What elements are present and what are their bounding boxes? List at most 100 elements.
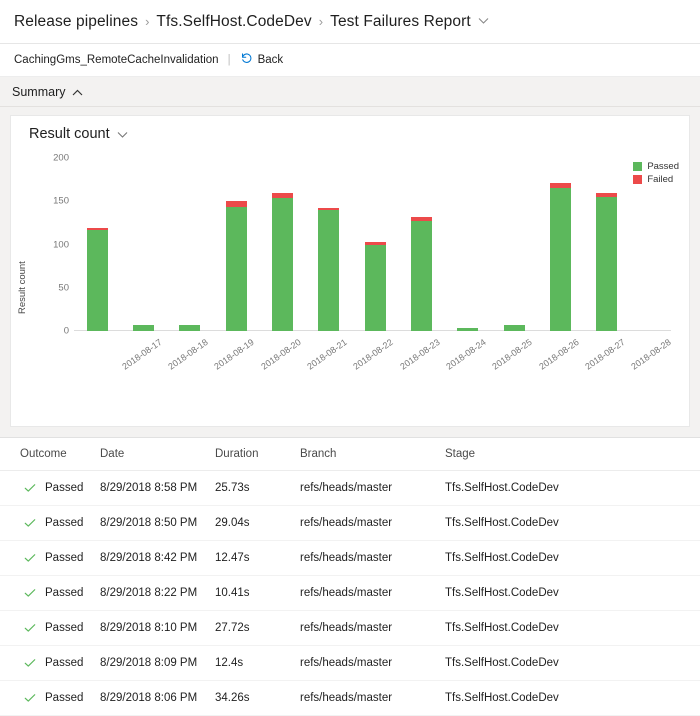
cell-outcome: Passed: [0, 471, 100, 506]
check-icon: [24, 552, 36, 564]
table-row[interactable]: Passed8/29/2018 8:06 PM34.26srefs/heads/…: [0, 681, 700, 716]
cell-outcome: Passed: [0, 576, 100, 611]
summary-section-header[interactable]: Summary: [0, 77, 700, 107]
test-context-bar: CachingGms_RemoteCacheInvalidation | Bac…: [0, 44, 700, 77]
chevron-up-icon[interactable]: [72, 84, 83, 102]
y-axis-tick: 200: [39, 153, 69, 164]
chart-bar[interactable]: [226, 201, 247, 331]
cell-branch: refs/heads/master: [300, 471, 445, 506]
bar-segment-passed[interactable]: [318, 210, 339, 331]
cell-outcome: Passed: [0, 541, 100, 576]
column-header-outcome[interactable]: Outcome: [0, 438, 100, 471]
chart-bar[interactable]: [133, 325, 154, 331]
cell-date: 8/29/2018 8:58 PM: [100, 471, 215, 506]
x-axis-tick: 2018-08-22: [352, 337, 395, 372]
bar-segment-passed[interactable]: [550, 188, 571, 331]
chart-bar[interactable]: [457, 328, 478, 331]
bar-segment-passed[interactable]: [133, 325, 154, 331]
cell-date: 8/29/2018 8:06 PM: [100, 681, 215, 716]
chart-plot-area: 2018-08-172018-08-182018-08-192018-08-20…: [74, 116, 689, 426]
page-scrollbar[interactable]: [696, 0, 700, 716]
chart-bar[interactable]: [596, 193, 617, 331]
column-header-stage[interactable]: Stage: [445, 438, 700, 471]
y-axis-label: Result count: [17, 261, 28, 314]
cell-date: 8/29/2018 8:50 PM: [100, 506, 215, 541]
back-button[interactable]: Back: [240, 52, 284, 68]
cell-outcome: Passed: [0, 681, 100, 716]
cell-stage: Tfs.SelfHost.CodeDev: [445, 506, 700, 541]
chart-bar[interactable]: [318, 208, 339, 331]
bar-segment-passed[interactable]: [504, 325, 525, 331]
chart-bar[interactable]: [504, 325, 525, 331]
outcome-label: Passed: [45, 692, 83, 704]
cell-duration: 27.72s: [215, 611, 300, 646]
bar-segment-passed[interactable]: [179, 325, 200, 331]
chart-bar[interactable]: [272, 193, 293, 331]
x-axis-tick: 2018-08-24: [444, 337, 487, 372]
column-header-duration[interactable]: Duration: [215, 438, 300, 471]
cell-branch: refs/heads/master: [300, 646, 445, 681]
result-count-chart-card: Result count Passed Failed Result count …: [10, 115, 690, 427]
breadcrumb: Release pipelines › Tfs.SelfHost.CodeDev…: [0, 0, 700, 44]
breadcrumb-separator: ›: [319, 15, 323, 28]
separator: |: [228, 54, 231, 66]
table-body: Passed8/29/2018 8:58 PM25.73srefs/heads/…: [0, 471, 700, 716]
breadcrumb-item-report[interactable]: Test Failures Report: [330, 13, 471, 31]
bar-segment-passed[interactable]: [87, 230, 108, 331]
cell-duration: 34.26s: [215, 681, 300, 716]
bar-segment-passed[interactable]: [272, 198, 293, 331]
x-axis-tick: 2018-08-21: [305, 337, 348, 372]
table-row[interactable]: Passed8/29/2018 8:09 PM12.4srefs/heads/m…: [0, 646, 700, 681]
column-header-date[interactable]: Date: [100, 438, 215, 471]
outcome-label: Passed: [45, 482, 83, 494]
breadcrumb-item-release-pipelines[interactable]: Release pipelines: [14, 13, 138, 31]
chart-bar[interactable]: [87, 228, 108, 331]
cell-branch: refs/heads/master: [300, 541, 445, 576]
bar-segment-passed[interactable]: [596, 197, 617, 331]
outcome-label: Passed: [45, 552, 83, 564]
breadcrumb-item-pipeline[interactable]: Tfs.SelfHost.CodeDev: [156, 13, 311, 31]
x-axis-tick: 2018-08-25: [491, 337, 534, 372]
cell-outcome: Passed: [0, 506, 100, 541]
cell-stage: Tfs.SelfHost.CodeDev: [445, 471, 700, 506]
table-row[interactable]: Passed 8/29/2018 8:58 PM25.73srefs/heads/…: [0, 471, 700, 506]
bar-segment-passed[interactable]: [457, 328, 478, 331]
cell-outcome: Passed: [0, 646, 100, 681]
breadcrumb-separator: ›: [145, 15, 149, 28]
cell-duration: 29.04s: [215, 506, 300, 541]
column-header-branch[interactable]: Branch: [300, 438, 445, 471]
table-row[interactable]: Passed8/29/2018 8:10 PM27.72srefs/heads/…: [0, 611, 700, 646]
test-failures-report-page: Release pipelines › Tfs.SelfHost.CodeDev…: [0, 0, 700, 716]
cell-branch: refs/heads/master: [300, 506, 445, 541]
x-axis-tick: 2018-08-23: [398, 337, 441, 372]
bar-segment-passed[interactable]: [226, 207, 247, 331]
chart-bar[interactable]: [365, 242, 386, 331]
bar-segment-passed[interactable]: [411, 221, 432, 331]
table-row[interactable]: Passed8/29/2018 8:50 PM29.04srefs/heads/…: [0, 506, 700, 541]
cell-stage: Tfs.SelfHost.CodeDev: [445, 681, 700, 716]
outcome-label: Passed: [45, 657, 83, 669]
table-row[interactable]: Passed8/29/2018 8:42 PM12.47srefs/heads/…: [0, 541, 700, 576]
check-icon: [24, 622, 36, 634]
table-row[interactable]: Passed8/29/2018 8:22 PM10.41srefs/heads/…: [0, 576, 700, 611]
cell-date: 8/29/2018 8:42 PM: [100, 541, 215, 576]
bar-segment-passed[interactable]: [365, 245, 386, 332]
chevron-down-icon[interactable]: [478, 17, 489, 25]
cell-stage: Tfs.SelfHost.CodeDev: [445, 576, 700, 611]
x-axis-tick: 2018-08-27: [583, 337, 626, 372]
chart-bar[interactable]: [179, 325, 200, 331]
cell-duration: 25.73s: [215, 471, 300, 506]
x-axis-tick: 2018-08-19: [213, 337, 256, 372]
cell-date: 8/29/2018 8:22 PM: [100, 576, 215, 611]
chart-bar[interactable]: [550, 183, 571, 331]
cell-stage: Tfs.SelfHost.CodeDev: [445, 646, 700, 681]
chart-bar[interactable]: [411, 217, 432, 331]
cell-outcome: Passed: [0, 611, 100, 646]
check-icon: [24, 657, 36, 669]
cell-branch: refs/heads/master: [300, 576, 445, 611]
x-axis-tick: 2018-08-18: [166, 337, 209, 372]
y-axis-ticks: 050100150200: [39, 116, 69, 426]
cell-branch: refs/heads/master: [300, 611, 445, 646]
check-icon: [24, 692, 36, 704]
check-icon: [24, 587, 36, 599]
